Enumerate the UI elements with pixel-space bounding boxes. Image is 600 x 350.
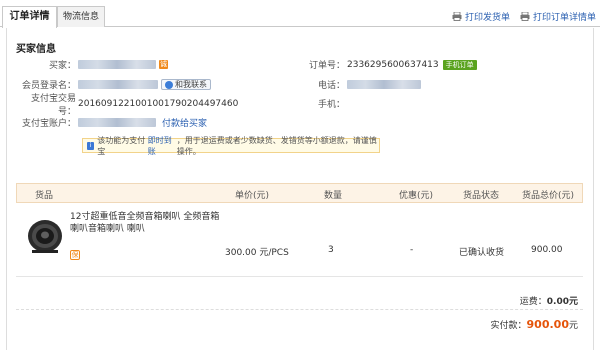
- alipay-trade-row: 支付宝交易号： 2016091221001001790204497460: [16, 94, 239, 117]
- info-icon: i: [87, 141, 95, 150]
- phone-row: 电话：: [300, 78, 421, 91]
- chat-icon: [165, 80, 173, 89]
- notice-text-after: ，用于退运费或者少数缺货、发错货等小额退款，请谨慎操作。: [176, 135, 377, 156]
- row-status: 已确认收货: [459, 248, 505, 258]
- header-discount: 优惠(元): [399, 191, 434, 201]
- goods-table: 货品 单价(元) 数量 优惠(元) 货品状态 货品总价(元) 12寸超重低音全频…: [16, 183, 583, 277]
- alipay-account-label: 支付宝账户：: [21, 119, 76, 129]
- mobile-order-tag: 手机订单: [442, 59, 477, 70]
- alipay-account-row: 支付宝账户： 付款给买家: [16, 116, 207, 129]
- print-order-link[interactable]: 打印订单详情单: [520, 10, 596, 23]
- paid-amount: 900.00: [526, 318, 569, 331]
- alipay-trade-label: 支付宝交易号：: [30, 93, 76, 117]
- row-total: 900.00: [531, 245, 563, 255]
- tab-logistics[interactable]: 物流信息: [57, 6, 105, 27]
- header-unit-price: 单价(元): [235, 191, 270, 201]
- contact-me-button[interactable]: 和我联系: [161, 79, 211, 90]
- goods-table-header: 货品 单价(元) 数量 优惠(元) 货品状态 货品总价(元): [16, 183, 583, 203]
- speaker-product-image[interactable]: [26, 217, 64, 255]
- member-row: 会员登录名： 和我联系: [16, 78, 211, 91]
- order-no-row: 订单号： 2336295600637413 手机订单: [300, 58, 477, 71]
- header-quantity: 数量: [324, 191, 343, 201]
- shipping-value: 0.00元: [546, 297, 578, 307]
- printer-icon: [520, 12, 530, 21]
- row-unit-price: 300.00 元/PCS: [225, 248, 289, 258]
- phone-label: 电话：: [317, 81, 345, 91]
- member-label: 会员登录名：: [21, 81, 76, 91]
- paid-label: 实付款：: [490, 321, 527, 331]
- alipay-trade-value: 2016091221001001790204497460: [78, 98, 239, 109]
- paid-summary: 实付款：900.00元: [491, 318, 578, 331]
- header-status: 货品状态: [463, 191, 500, 201]
- buyer-row: 买家： 诚: [16, 58, 168, 71]
- row-quantity: 3: [328, 245, 334, 255]
- refund-notice: i 该功能为支付宝 即时到账 ，用于退运费或者少数缺货、发错货等小额退款，请谨慎操作…: [82, 136, 380, 156]
- shipping-summary: 运费：0.00元: [520, 294, 578, 307]
- printer-icon: [452, 12, 462, 21]
- mobile-label: 手机：: [317, 100, 345, 110]
- summary-divider: [16, 309, 583, 310]
- integrity-badge: 诚: [159, 60, 168, 69]
- shipping-label: 运费：: [519, 297, 547, 307]
- print-links: 打印发货单 打印订单详情单: [452, 10, 596, 23]
- header-total: 货品总价(元): [522, 191, 575, 201]
- alipay-account-redacted: [78, 118, 156, 127]
- paid-unit: 元: [568, 321, 578, 331]
- order-no-value: 2336295600637413: [347, 59, 439, 70]
- order-no-label: 订单号：: [308, 61, 345, 71]
- print-delivery-link[interactable]: 打印发货单: [452, 10, 510, 23]
- print-order-label: 打印订单详情单: [532, 13, 596, 23]
- mobile-row: 手机：: [300, 97, 347, 110]
- pay-to-buyer-link[interactable]: 付款给买家: [162, 116, 207, 129]
- phone-redacted: [347, 80, 421, 89]
- row-discount: -: [410, 245, 414, 255]
- product-title-link[interactable]: 12寸超重低音全频音箱喇叭 全频音箱喇叭音箱喇叭 喇叭: [70, 211, 220, 235]
- notice-text-before: 该功能为支付宝: [97, 135, 146, 156]
- tab-bar: 订单详情 物流信息 打印发货单 打印订单详情单: [0, 0, 600, 28]
- buyer-label: 买家：: [48, 61, 76, 71]
- table-row: 12寸超重低音全频音箱喇叭 全频音箱喇叭音箱喇叭 喇叭 保 300.00 元/P…: [16, 203, 583, 277]
- guarantee-icon: 保: [70, 250, 80, 260]
- member-name-redacted: [78, 80, 158, 89]
- print-delivery-label: 打印发货单: [464, 13, 510, 23]
- buyer-name-redacted: [78, 60, 156, 69]
- notice-highlight[interactable]: 即时到账: [148, 135, 177, 157]
- buyer-section-title: 买家信息: [16, 44, 56, 55]
- tab-order-details[interactable]: 订单详情: [2, 6, 57, 28]
- header-goods: 货品: [35, 191, 54, 201]
- contact-me-label: 和我联系: [175, 80, 207, 89]
